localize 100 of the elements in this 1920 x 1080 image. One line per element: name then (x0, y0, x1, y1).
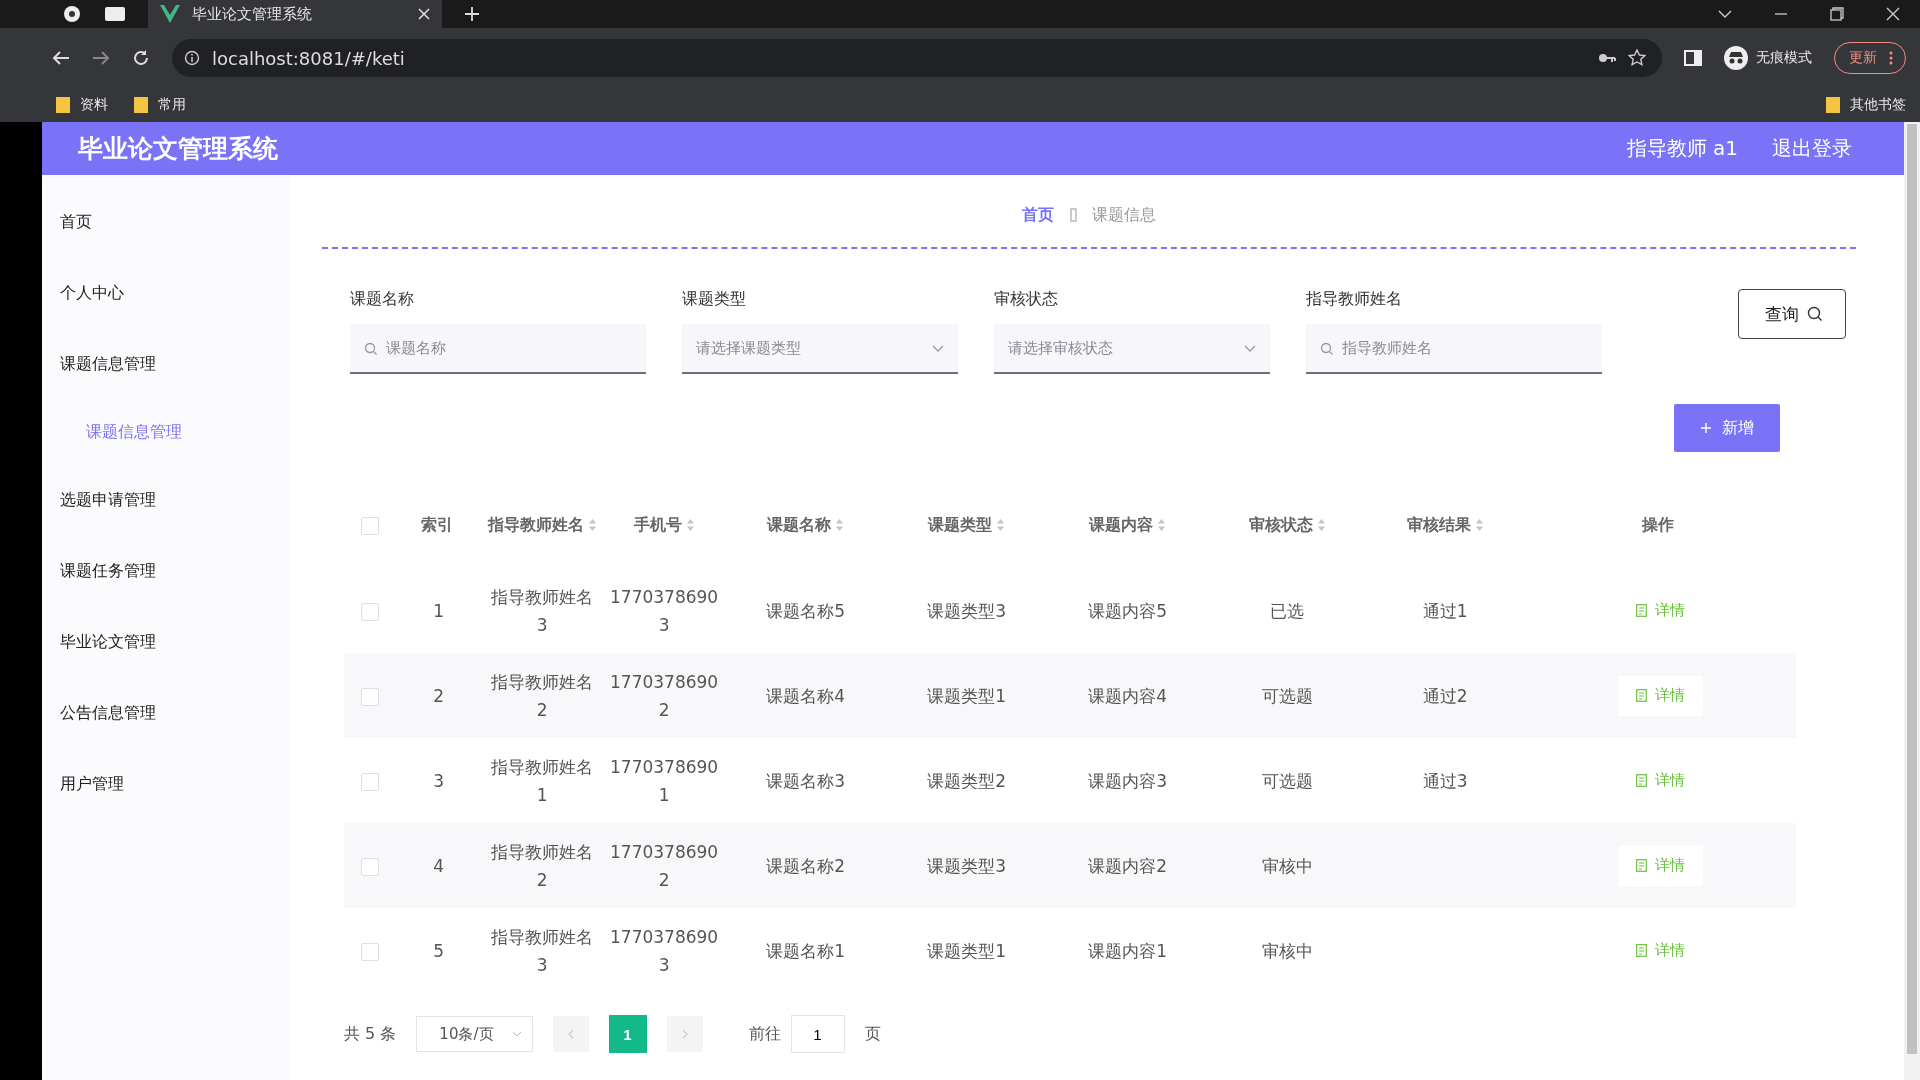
sidebar-item[interactable]: 课题任务管理 (42, 536, 290, 607)
select-field[interactable]: 请选择审核状态 (994, 324, 1270, 374)
table-cell-text: 指导教师姓名3 (490, 585, 595, 637)
table-cell-text: 通过1 (1422, 599, 1468, 623)
table-cell-text: 课题名称5 (766, 599, 846, 623)
star-icon[interactable] (1628, 49, 1646, 67)
chevron-right-icon (681, 1029, 688, 1039)
table-cell-text: 课题内容2 (1088, 854, 1168, 878)
document-icon (1635, 689, 1647, 702)
plus-icon (1700, 422, 1712, 434)
table-cell-text: 1 (433, 599, 444, 623)
select-field[interactable]: 请选择课题类型 (682, 324, 958, 374)
table-cell-text: 课题类型3 (927, 854, 1007, 878)
table-cell-text: 课题内容5 (1088, 599, 1168, 623)
add-button[interactable]: 新增 (1674, 404, 1780, 452)
bookmark[interactable]: 常用 (134, 96, 186, 114)
table-cell-text: 指导教师姓名2 (490, 670, 595, 722)
sidebar-item[interactable]: 首页 (42, 187, 290, 258)
info-icon (184, 50, 200, 66)
column-header[interactable]: 课题内容 (1089, 514, 1154, 534)
column-header[interactable]: 课题类型 (928, 514, 993, 534)
table-cell-text: 已选 (1270, 599, 1305, 623)
sidebar-item[interactable]: 选题申请管理 (42, 465, 290, 536)
goto-suffix: 页 (864, 1023, 881, 1045)
browser-icon[interactable] (62, 4, 82, 24)
page-input[interactable]: 1 (790, 1015, 845, 1053)
side-panel-icon[interactable] (1684, 50, 1702, 66)
checkbox[interactable] (361, 602, 379, 621)
breadcrumb-item[interactable]: 首页 (1022, 204, 1054, 226)
table-cell-text: 课题类型2 (927, 769, 1007, 793)
table-cell-text: 课题内容1 (1088, 939, 1168, 963)
back-icon[interactable] (52, 50, 70, 66)
checkbox[interactable] (361, 772, 379, 791)
document-icon (1635, 604, 1647, 617)
chevron-down-icon[interactable] (1718, 9, 1732, 19)
chevron-left-icon (567, 1029, 574, 1039)
sidebar-item[interactable]: 毕业论文管理 (42, 607, 290, 678)
reload-icon[interactable] (132, 49, 150, 67)
tab-title: 毕业论文管理系统 (192, 4, 313, 24)
table-cell-text: 审核中 (1261, 939, 1313, 963)
folder-icon (134, 97, 148, 113)
column-header[interactable]: 课题名称 (767, 514, 832, 534)
column-header[interactable]: 审核结果 (1406, 514, 1471, 534)
forward-icon[interactable] (92, 50, 110, 66)
column-header[interactable]: 手机号 (633, 514, 682, 534)
bookmark[interactable]: 资料 (56, 96, 108, 114)
table-cell-text: 审核中 (1261, 854, 1313, 878)
close-icon[interactable] (418, 8, 430, 20)
key-icon[interactable] (1598, 52, 1616, 64)
goto-label: 前往 (748, 1023, 781, 1045)
chevron-down-icon (932, 345, 944, 353)
address-bar[interactable]: localhost:8081/#/keti (172, 39, 1662, 77)
restore-icon[interactable] (1830, 7, 1844, 21)
checkbox[interactable] (361, 687, 379, 706)
logout-link[interactable]: 退出登录 (1772, 135, 1852, 162)
checkbox[interactable] (361, 516, 379, 535)
table-cell-text: 指导教师姓名1 (490, 755, 595, 807)
table-cell-text: 3 (433, 769, 444, 793)
search-icon (364, 342, 378, 356)
search-icon (1807, 306, 1823, 322)
sidebar-item[interactable]: 用户管理 (42, 749, 290, 820)
bookmark[interactable]: 其他书签 (1826, 96, 1906, 114)
sidebar-subitem[interactable]: 课题信息管理 (42, 400, 290, 465)
sidebar-item[interactable]: 公告信息管理 (42, 678, 290, 749)
checkbox[interactable] (361, 942, 379, 961)
folder-icon (56, 97, 70, 113)
checkbox[interactable] (361, 857, 379, 876)
more-icon[interactable] (1889, 51, 1893, 65)
total-count: 共 5 条 (344, 1023, 397, 1045)
filter-label: 指导教师姓名 (1306, 289, 1403, 310)
incognito-icon[interactable] (1724, 46, 1748, 70)
document-icon (1635, 774, 1647, 787)
tab-grid-icon[interactable] (104, 5, 126, 23)
filter-label: 课题类型 (682, 289, 747, 310)
chevron-down-icon (1244, 345, 1256, 353)
table-cell-text: 4 (433, 854, 444, 878)
query-button[interactable]: 查询 (1738, 289, 1846, 339)
close-icon[interactable] (1886, 7, 1900, 21)
table-cell-text: 2 (433, 684, 444, 708)
scrollbar-thumb[interactable] (1907, 124, 1917, 1054)
table-cell-text: 通过3 (1422, 769, 1468, 793)
user-name: 指导教师 a1 (1626, 135, 1738, 162)
page-size-select[interactable]: 10条/页 (416, 1016, 533, 1052)
sidebar-item[interactable]: 个人中心 (42, 258, 290, 329)
table-cell-text: 课题名称1 (766, 939, 846, 963)
search-field[interactable]: 指导教师姓名 (1306, 324, 1602, 374)
table-cell-text: 课题名称4 (766, 684, 846, 708)
search-field[interactable]: 课题名称 (350, 324, 646, 374)
breadcrumb-item[interactable]: 课题信息 (1092, 204, 1156, 226)
separator-icon (1068, 207, 1078, 223)
table-cell-text: 课题类型1 (927, 684, 1007, 708)
column-header[interactable]: 审核状态 (1248, 514, 1313, 534)
column-header: 操作 (1642, 514, 1674, 534)
new-tab-icon[interactable] (464, 6, 480, 22)
table-cell-text: 可选题 (1261, 769, 1313, 793)
sidebar-item[interactable]: 课题信息管理 (42, 329, 290, 400)
column-header: 索引 (420, 514, 453, 534)
column-header[interactable]: 指导教师姓名 (487, 514, 584, 534)
incognito-label: 无痕模式 (1756, 49, 1812, 67)
browser-tab[interactable]: 毕业论文管理系统 (148, 0, 442, 28)
